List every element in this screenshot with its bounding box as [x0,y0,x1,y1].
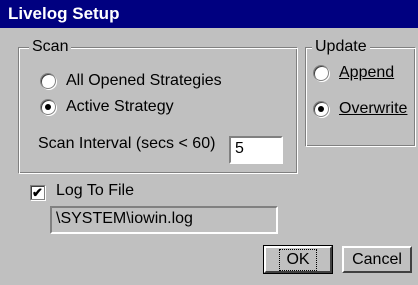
checkmark-icon: ✔ [32,185,43,200]
radio-overwrite[interactable]: Overwrite [313,100,407,118]
scan-group-label: Scan [29,37,72,57]
cancel-button-label: Cancel [352,250,402,268]
radio-active-strategy[interactable]: Active Strategy [40,98,174,116]
scan-interval-label: Scan Interval (secs < 60) [38,135,216,152]
radio-button-selected-icon [313,101,329,117]
ok-button-label: OK [279,248,317,271]
livelog-setup-dialog: Livelog Setup Scan All Opened Strategies… [0,0,418,285]
cancel-button[interactable]: Cancel [342,246,412,273]
update-group-label: Update [312,37,370,57]
ok-button[interactable]: OK [263,245,333,274]
scan-interval-input[interactable]: 5 [229,136,283,164]
log-file-path-field: \SYSTEM\iowin.log [50,206,278,234]
radio-label: Active Strategy [66,98,174,115]
log-to-file-label: Log To File [56,182,134,199]
log-to-file-checkbox[interactable]: ✔ [30,185,45,200]
title-bar: Livelog Setup [0,0,418,28]
update-group: Update [305,37,416,147]
radio-button-icon [40,73,56,89]
radio-label: All Opened Strategies [66,72,222,89]
radio-all-opened-strategies[interactable]: All Opened Strategies [40,72,222,90]
radio-button-selected-icon [40,99,56,115]
radio-label: Overwrite [339,100,408,117]
radio-append[interactable]: Append [313,64,394,82]
radio-label: Append [339,64,395,81]
radio-button-icon [313,65,329,81]
